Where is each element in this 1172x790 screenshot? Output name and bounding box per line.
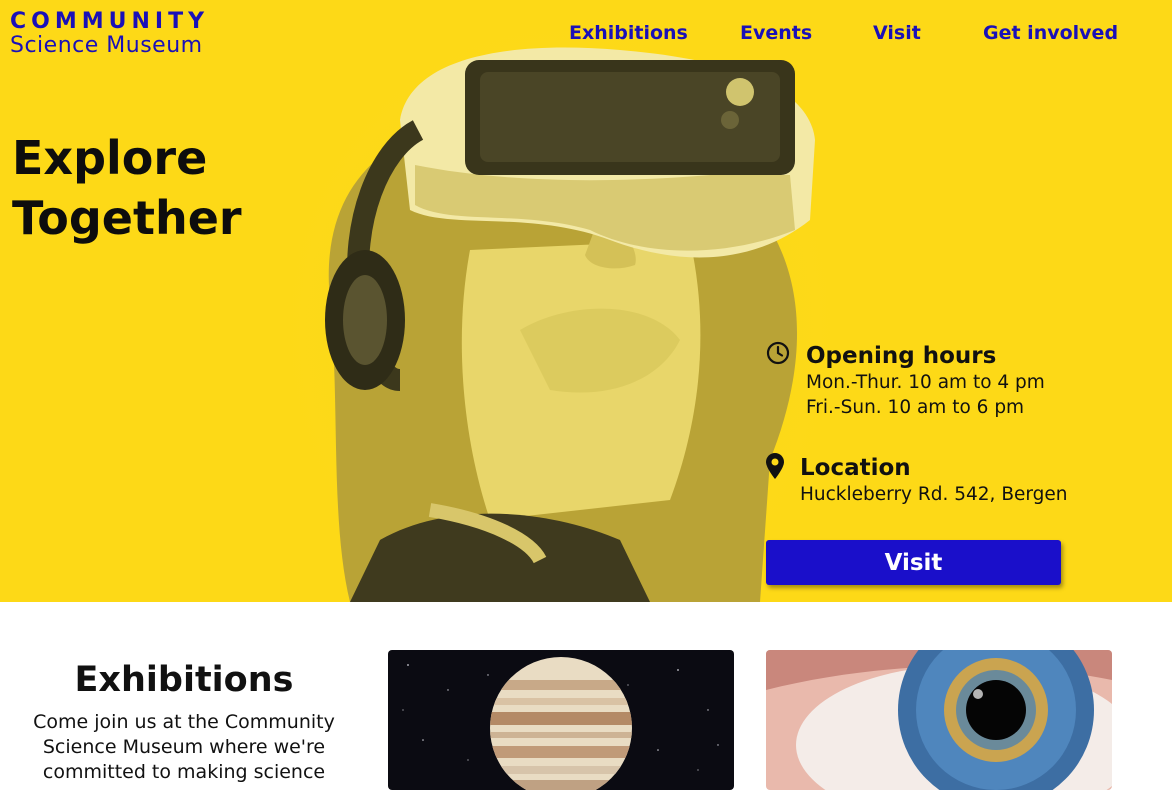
hero-headline-line1: Explore bbox=[12, 131, 208, 185]
location: Location Huckleberry Rd. 542, Bergen bbox=[800, 454, 1068, 507]
exhibitions-text: Come join us at the Community Science Mu… bbox=[24, 710, 344, 785]
nav-item-get-involved[interactable]: Get involved bbox=[983, 22, 1118, 44]
exhibitions-title: Exhibitions bbox=[74, 660, 294, 700]
clock-icon bbox=[766, 341, 790, 369]
hero-headline-line2: Together bbox=[12, 191, 242, 245]
opening-hours: Opening hours Mon.-Thur. 10 am to 4 pm F… bbox=[806, 342, 1045, 420]
hero-section: COMMUNITY Science Museum Exhibitions Eve… bbox=[0, 0, 1172, 602]
jupiter-image bbox=[388, 650, 734, 790]
nav-item-visit[interactable]: Visit bbox=[873, 22, 921, 44]
eye-image bbox=[766, 650, 1112, 790]
exhibition-card-eye[interactable] bbox=[766, 650, 1112, 790]
nav-item-exhibitions[interactable]: Exhibitions bbox=[569, 22, 688, 44]
map-pin-icon bbox=[766, 453, 784, 483]
main-nav: Exhibitions Events Visit Get involved bbox=[0, 22, 1172, 46]
nav-item-events[interactable]: Events bbox=[740, 22, 812, 44]
visit-button[interactable]: Visit bbox=[766, 540, 1061, 585]
location-title: Location bbox=[800, 455, 911, 481]
opening-hours-line2: Fri.-Sun. 10 am to 6 pm bbox=[806, 397, 1025, 418]
exhibition-card-jupiter[interactable] bbox=[388, 650, 734, 790]
exhibitions-text-line3: committed to making science bbox=[42, 761, 326, 783]
hero-photo-vr-headset bbox=[290, 0, 830, 602]
exhibitions-text-line1: Come join us at the Community bbox=[33, 711, 335, 733]
exhibitions-text-line2: Science Museum where we're bbox=[42, 736, 326, 758]
hero-headline: Explore Together bbox=[12, 128, 242, 248]
opening-hours-line1: Mon.-Thur. 10 am to 4 pm bbox=[806, 372, 1045, 393]
opening-hours-title: Opening hours bbox=[806, 343, 997, 369]
location-address: Huckleberry Rd. 542, Bergen bbox=[800, 484, 1068, 505]
